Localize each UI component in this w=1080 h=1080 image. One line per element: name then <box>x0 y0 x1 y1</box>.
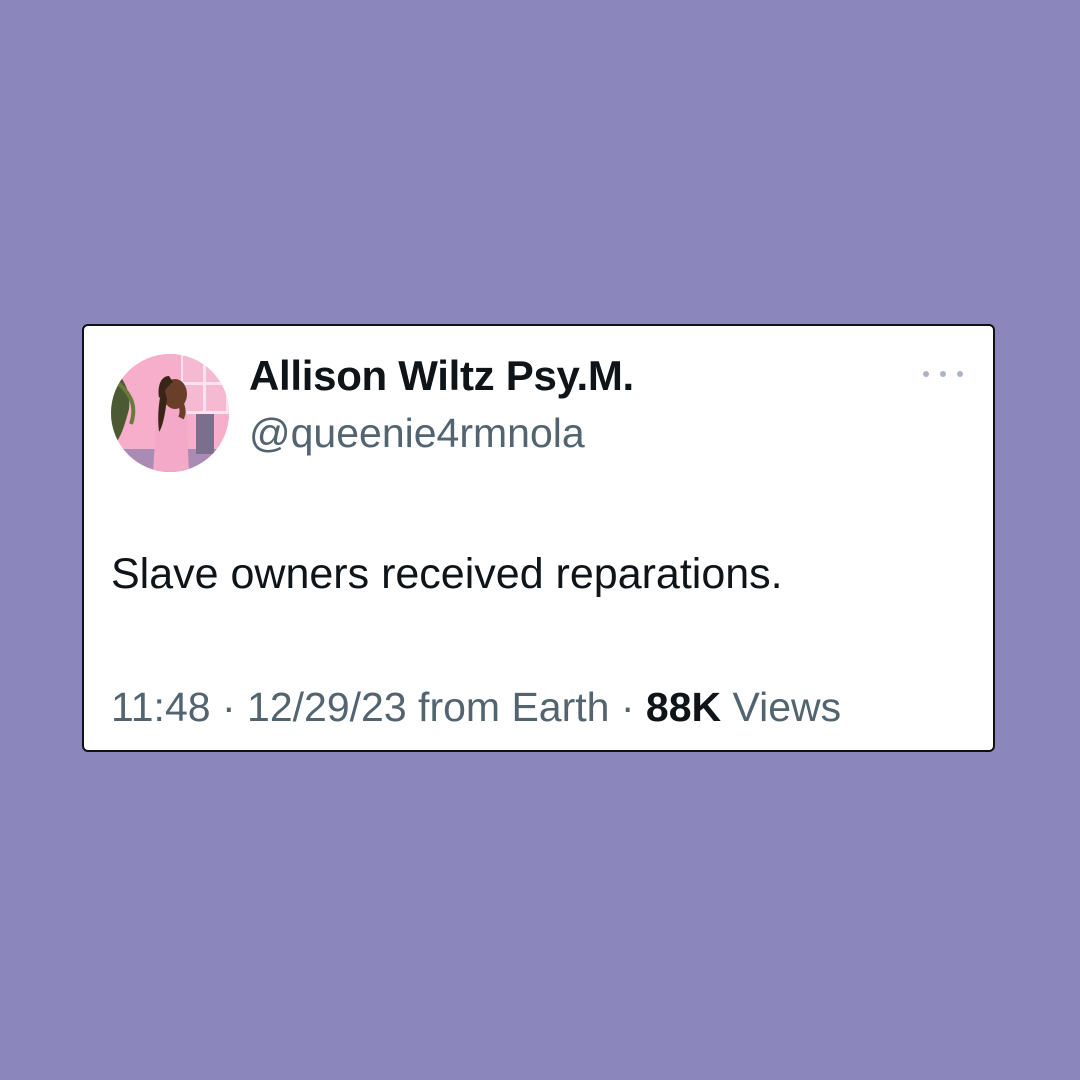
tweet-source: from Earth <box>418 684 610 730</box>
tweet-text: Slave owners received reparations. <box>111 550 783 598</box>
display-name[interactable]: Allison Wiltz Psy.M. <box>249 352 634 400</box>
tweet-date[interactable]: 12/29/23 <box>247 684 407 730</box>
more-dot <box>940 371 946 377</box>
tweet-card: Allison Wiltz Psy.M. @queenie4rmnola Sla… <box>82 324 995 752</box>
more-dot <box>957 371 963 377</box>
tweet-time[interactable]: 11:48 <box>111 684 211 730</box>
more-dot <box>923 371 929 377</box>
user-handle[interactable]: @queenie4rmnola <box>249 410 585 457</box>
views-count[interactable]: 88K <box>646 684 721 730</box>
more-options-icon[interactable] <box>923 364 963 384</box>
views-label: Views <box>732 684 842 730</box>
avatar[interactable] <box>111 354 229 472</box>
meta-separator: · <box>221 684 236 730</box>
meta-separator: · <box>620 684 635 730</box>
profile-illustration-avatar <box>111 354 229 472</box>
tweet-meta: 11:48 · 12/29/23 from Earth · 88K Views <box>111 684 841 731</box>
